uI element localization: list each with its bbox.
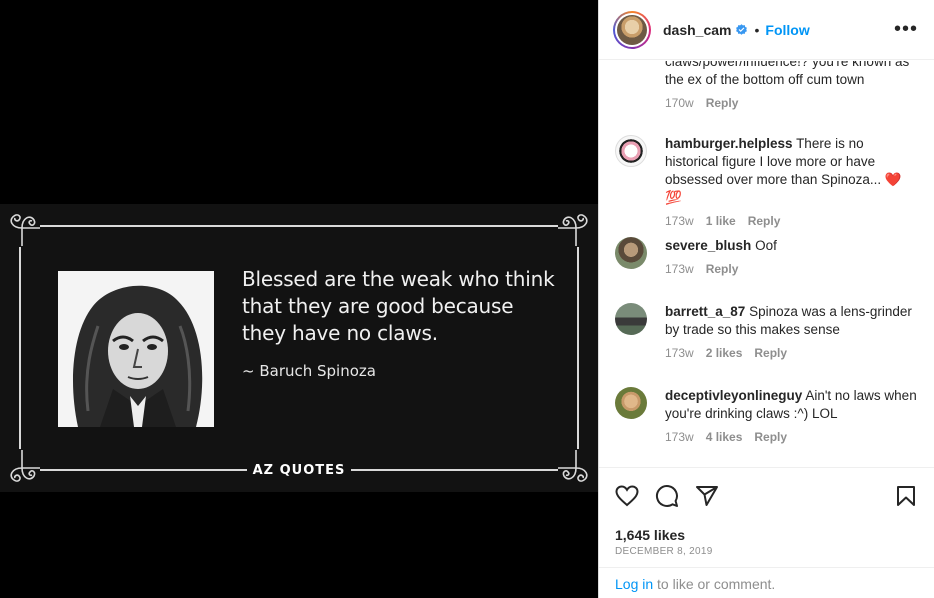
login-prompt: Log in to like or comment.	[599, 567, 934, 598]
comment-item: hamburger.helpless There is no historica…	[615, 135, 920, 228]
comment-meta: 173w 4 likes Reply	[665, 430, 920, 444]
flourish-ornament	[558, 214, 588, 246]
reply-button[interactable]: Reply	[706, 262, 739, 276]
post-actions: 1,645 likes DECEMBER 8, 2019	[599, 467, 934, 557]
author-avatar[interactable]	[613, 10, 651, 49]
comment-item: severe_blush Oof 173w Reply	[615, 237, 920, 276]
comment-meta: 173w 1 like Reply	[665, 214, 920, 228]
login-prompt-text: to like or comment.	[653, 576, 776, 592]
comment-avatar[interactable]	[615, 135, 647, 167]
comment-text: claws/power/influence!? you're known as …	[665, 61, 910, 87]
comment-body: hamburger.helpless There is no historica…	[665, 135, 920, 207]
verified-badge-icon	[736, 24, 748, 35]
comment-meta: 170w Reply	[665, 96, 920, 110]
post-media[interactable]: Blessed are the weak who think that they…	[0, 0, 598, 598]
comment-time[interactable]: 173w	[665, 346, 694, 360]
header-separator: •	[754, 21, 760, 38]
comment-time[interactable]: 173w	[665, 430, 694, 444]
comment-content: barrett_a_87 Spinoza was a lens-grinder …	[665, 303, 920, 360]
heart-icon[interactable]	[615, 484, 639, 508]
more-options-icon[interactable]: •••	[894, 18, 918, 41]
comment-avatar[interactable]	[615, 303, 647, 335]
spinoza-portrait	[58, 271, 214, 427]
frame-border	[19, 247, 21, 449]
comment-content: claws/power/influence!? you're known as …	[665, 61, 920, 110]
comment-item: claws/power/influence!? you're known as …	[615, 61, 920, 110]
post-header: dash_cam • Follow •••	[599, 0, 934, 60]
follow-button[interactable]: Follow	[765, 22, 809, 38]
login-link[interactable]: Log in	[615, 576, 653, 592]
comment-meta: 173w 2 likes Reply	[665, 346, 920, 360]
comment-content: severe_blush Oof 173w Reply	[665, 237, 777, 276]
comment-time[interactable]: 173w	[665, 214, 694, 228]
comment-username[interactable]: barrett_a_87	[665, 304, 745, 319]
comment-username[interactable]: deceptivleyonlineguy	[665, 388, 802, 403]
reply-button[interactable]: Reply	[754, 346, 787, 360]
reply-button[interactable]: Reply	[706, 96, 739, 110]
brand-text: AZ QUOTES	[246, 463, 352, 478]
quote-image: Blessed are the weak who think that they…	[0, 204, 598, 492]
comment-body: claws/power/influence!? you're known as …	[665, 61, 920, 89]
comment-likes[interactable]: 1 like	[706, 214, 736, 228]
comment-time[interactable]: 173w	[665, 262, 694, 276]
comment-content: hamburger.helpless There is no historica…	[665, 135, 920, 228]
comment-likes[interactable]: 2 likes	[706, 346, 743, 360]
reply-button[interactable]: Reply	[748, 214, 781, 228]
reply-button[interactable]: Reply	[754, 430, 787, 444]
action-icons	[615, 482, 918, 510]
comment-username[interactable]: hamburger.helpless	[665, 136, 793, 151]
comment-body: deceptivleyonlineguy Ain't no laws when …	[665, 387, 920, 423]
quote-author: ~ Baruch Spinoza	[242, 362, 376, 380]
frame-border	[577, 247, 579, 449]
comment-meta: 173w Reply	[665, 262, 777, 276]
post-sidebar: dash_cam • Follow ••• claws/power/influe…	[598, 0, 934, 598]
azquotes-logo: AZ QUOTES	[0, 463, 598, 478]
flourish-ornament	[10, 214, 40, 246]
comment-icon[interactable]	[655, 484, 679, 508]
avatar-photo	[617, 14, 647, 45]
quote-text: Blessed are the weak who think that they…	[242, 267, 555, 345]
like-count[interactable]: 1,645 likes	[615, 527, 918, 543]
comment-text: Oof	[755, 238, 777, 253]
comment-likes[interactable]: 4 likes	[706, 430, 743, 444]
bookmark-icon[interactable]	[894, 484, 918, 508]
comment-item: barrett_a_87 Spinoza was a lens-grinder …	[615, 303, 920, 360]
comment-avatar[interactable]	[615, 387, 647, 419]
post-date[interactable]: DECEMBER 8, 2019	[615, 546, 918, 557]
comment-avatar[interactable]	[615, 237, 647, 269]
avatar-inner	[615, 12, 649, 47]
comment-time[interactable]: 170w	[665, 96, 694, 110]
comment-content: deceptivleyonlineguy Ain't no laws when …	[665, 387, 920, 444]
comment-body: barrett_a_87 Spinoza was a lens-grinder …	[665, 303, 920, 339]
comment-username[interactable]: severe_blush	[665, 238, 751, 253]
comment-item: deceptivleyonlineguy Ain't no laws when …	[615, 387, 920, 444]
comment-body: severe_blush Oof	[665, 237, 777, 255]
frame-border	[40, 225, 558, 227]
share-icon[interactable]	[695, 484, 719, 508]
comments-list[interactable]: claws/power/influence!? you're known as …	[599, 61, 934, 467]
author-username[interactable]: dash_cam	[663, 22, 731, 38]
